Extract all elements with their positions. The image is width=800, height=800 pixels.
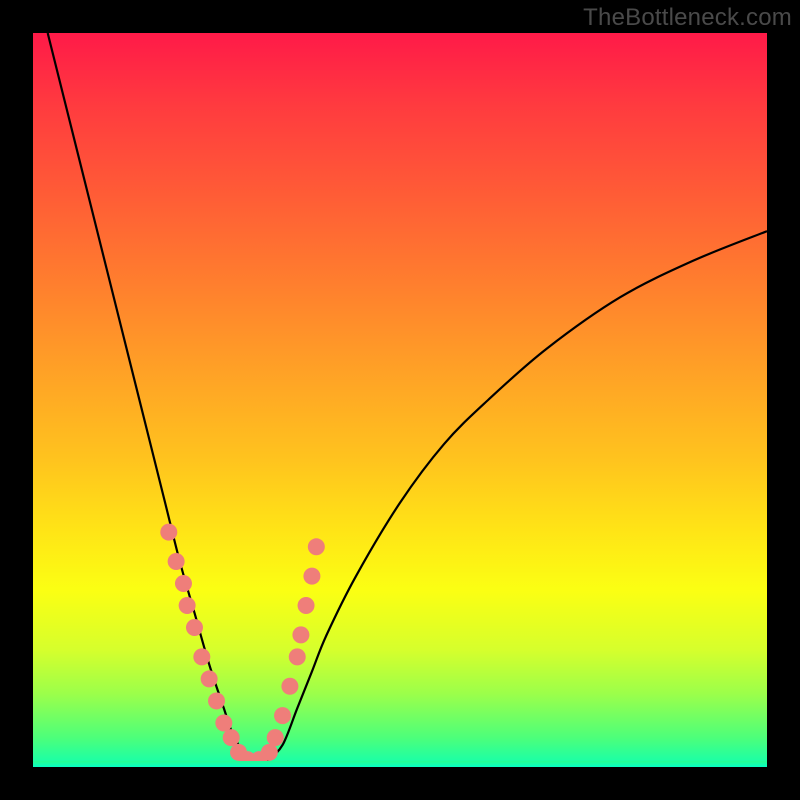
highlighted-points-group [160,524,325,767]
highlighted-point [274,707,291,724]
highlighted-point [289,648,306,665]
curve-svg [33,33,767,767]
highlighted-point [292,626,309,643]
highlighted-point [186,619,203,636]
highlighted-point [175,575,192,592]
highlighted-point [308,538,325,555]
highlighted-point [267,729,284,746]
chart-frame: TheBottleneck.com [0,0,800,800]
highlighted-point [223,729,240,746]
highlighted-point [193,648,210,665]
watermark-text: TheBottleneck.com [583,4,792,32]
plot-area [33,33,767,767]
highlighted-point [160,524,177,541]
highlighted-point [298,597,315,614]
highlighted-point [201,670,218,687]
highlighted-point [303,568,320,585]
highlighted-point [261,744,278,761]
highlighted-point [179,597,196,614]
baseline-strip [33,761,767,767]
highlighted-point [281,678,298,695]
highlighted-point [208,692,225,709]
highlighted-point [215,714,232,731]
highlighted-point [168,553,185,570]
bottleneck-curve [48,33,767,764]
